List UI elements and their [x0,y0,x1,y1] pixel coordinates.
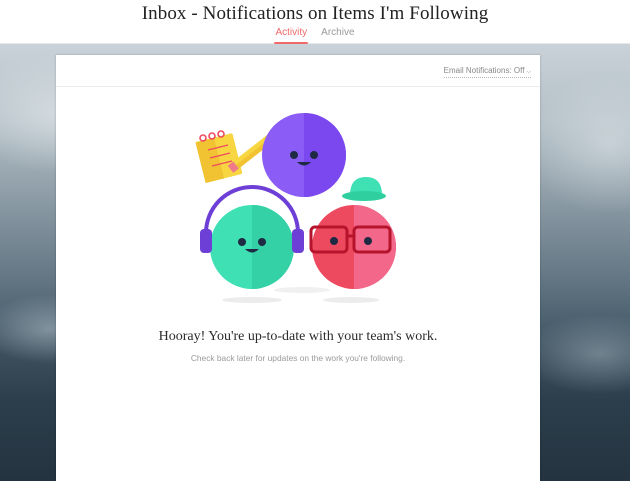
page-title: Inbox - Notifications on Items I'm Follo… [141,3,489,24]
teal-face [210,205,294,289]
card-toolbar: Email Notifications: Off ⌵ [56,55,540,87]
hat-icon [342,177,386,201]
empty-inbox-illustration [195,113,396,303]
email-notifications-toggle[interactable]: Email Notifications: Off ⌵ [443,66,531,78]
chevron-down-icon: ⌵ [526,69,531,75]
shadow [222,297,282,303]
inbox-card: Email Notifications: Off ⌵ Hooray! You'r… [56,55,540,481]
shadow [323,297,379,303]
tab-activity[interactable]: Activity [274,27,308,44]
purple-face [262,113,346,197]
page-header: Inbox - Notifications on Items I'm Follo… [0,0,630,44]
shadow [274,287,330,293]
notepad-icon [195,130,243,183]
tab-archive[interactable]: Archive [321,27,354,44]
empty-state-title: Hooray! You're up-to-date with your team… [158,329,438,344]
email-notifications-label: Email Notifications: Off [443,66,525,75]
empty-state-subtitle: Check back later for updates on the work… [190,353,406,363]
tab-bar: Activity Archive [0,27,630,44]
